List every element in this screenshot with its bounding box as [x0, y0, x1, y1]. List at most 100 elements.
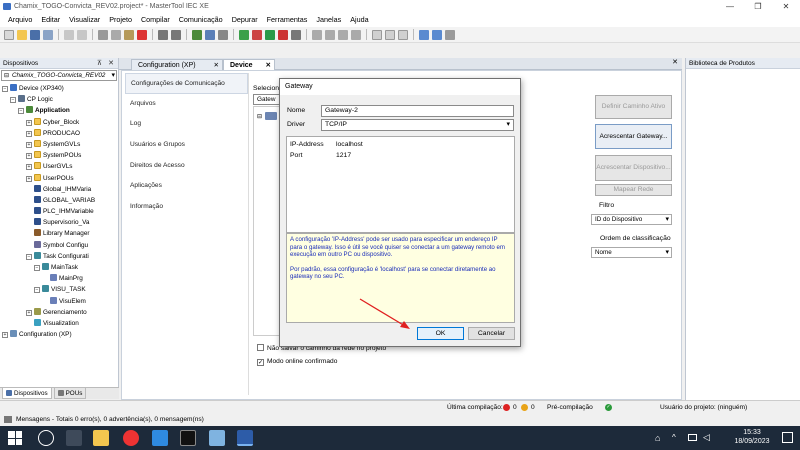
copy-icon[interactable] — [111, 29, 121, 40]
tab-pous[interactable]: POUs — [53, 388, 87, 399]
tree-node[interactable]: + UserGVLs — [2, 161, 118, 172]
stop-icon[interactable] — [278, 29, 288, 40]
mastertool-taskbar-icon[interactable] — [237, 430, 253, 446]
collapse-icon[interactable]: − — [10, 97, 16, 104]
force-icon[interactable] — [372, 29, 382, 40]
messages-summary[interactable]: Mensagens - Totais 0 erro(s), 0 advertên… — [16, 413, 204, 426]
save-icon[interactable] — [30, 29, 40, 40]
tree-node[interactable]: + UserPOUs — [2, 173, 118, 184]
prop-port-value[interactable]: 1217 — [336, 152, 351, 159]
tree-node[interactable]: − CP Logic — [2, 94, 118, 105]
collapse-icon[interactable]: − — [18, 108, 24, 115]
print-icon[interactable] — [43, 29, 53, 40]
new-file-icon[interactable] — [4, 29, 14, 40]
collapse-icon[interactable]: − — [34, 265, 40, 271]
run-icon[interactable] — [265, 29, 275, 40]
no-save-path-checkbox[interactable] — [257, 344, 264, 351]
expand-icon[interactable]: + — [26, 141, 32, 148]
more-tools-icon[interactable] — [445, 29, 455, 40]
expand-icon[interactable]: + — [2, 332, 8, 339]
delete-icon[interactable] — [137, 29, 147, 40]
tree-node[interactable]: + PRODUCAO — [2, 128, 118, 139]
paste-icon[interactable] — [124, 29, 134, 40]
driver-select[interactable]: TCP/IP ▾ — [321, 119, 514, 131]
reset-icon[interactable] — [291, 29, 301, 40]
online-mode-checkbox[interactable]: ✓ — [257, 359, 264, 366]
menu-comunicacao[interactable]: Comunicação — [179, 13, 223, 27]
add-device-button[interactable]: Acrescentar Dispositivo... — [595, 155, 672, 181]
prop-ip-value[interactable]: localhost — [336, 141, 363, 148]
collapse-icon[interactable]: − — [2, 86, 8, 92]
file-explorer-icon[interactable] — [93, 430, 109, 446]
step-out-icon[interactable] — [351, 29, 361, 40]
tree-node[interactable]: − Application — [2, 105, 118, 116]
step-over-icon[interactable] — [325, 29, 335, 40]
collapse-icon[interactable]: − — [26, 253, 32, 260]
search-icon[interactable] — [38, 430, 54, 446]
redo-icon[interactable] — [77, 29, 87, 40]
windows-start-icon[interactable] — [8, 431, 22, 445]
compare-icon[interactable] — [432, 29, 442, 40]
tab-dispositivos[interactable]: Dispositivos — [2, 388, 52, 399]
tree-node[interactable]: + Gerenciamento — [2, 307, 118, 318]
menu-arquivo[interactable]: Arquivo — [8, 13, 32, 27]
maximize-button[interactable]: ❐ — [744, 0, 772, 13]
rebuild-icon[interactable] — [205, 29, 215, 40]
name-input[interactable]: Gateway-2 — [321, 105, 514, 117]
breakpoint-icon[interactable] — [312, 29, 322, 40]
volume-icon[interactable]: ◁ — [703, 432, 710, 443]
nav-access-rights[interactable]: Direitos de Acesso — [125, 156, 248, 177]
terminal-icon[interactable] — [180, 430, 196, 446]
expand-icon[interactable]: + — [26, 153, 32, 160]
cut-icon[interactable] — [98, 29, 108, 40]
chevron-down-icon[interactable]: ▾ — [111, 71, 115, 79]
close-window-button[interactable]: ✕ — [772, 0, 800, 13]
tree-node[interactable]: − VISU_TASK — [2, 284, 118, 295]
nav-information[interactable]: Informação — [125, 197, 248, 218]
tree-node[interactable]: +VisuElem — [2, 296, 118, 307]
nav-applications[interactable]: Aplicações — [125, 176, 248, 197]
login-icon[interactable] — [239, 29, 249, 40]
undo-icon[interactable] — [64, 29, 74, 40]
expand-icon[interactable]: + — [26, 130, 32, 137]
online-mode-row[interactable]: ✓ Modo online confirmado — [257, 357, 337, 366]
project-icon[interactable] — [419, 29, 429, 40]
nav-files[interactable]: Arquivos — [125, 94, 248, 115]
user-icon[interactable]: ⌂ — [655, 433, 660, 443]
chevron-down-icon[interactable]: ▾ — [506, 120, 510, 130]
write-icon[interactable] — [385, 29, 395, 40]
menu-depurar[interactable]: Depurar — [232, 13, 258, 27]
menu-compilar[interactable]: Compilar — [141, 13, 170, 27]
tree-node[interactable]: +Supervisorio_Va — [2, 217, 118, 228]
tree-node[interactable]: +MainPrg — [2, 273, 118, 284]
tree-node[interactable]: + SystemPOUs — [2, 150, 118, 161]
chevron-up-icon[interactable]: ^ — [672, 433, 676, 442]
tab-configuration[interactable]: Configuration (XP) ✕ — [131, 59, 223, 70]
tab-device[interactable]: Device ✕ — [223, 59, 275, 70]
mail-icon[interactable] — [152, 430, 168, 446]
open-folder-icon[interactable] — [17, 29, 27, 40]
collapse-icon[interactable]: − — [34, 287, 40, 294]
nav-communication-settings[interactable]: Configurações de Comunicação — [125, 73, 248, 94]
pin-icon[interactable]: ⊼ — [97, 58, 102, 69]
clock[interactable]: 15:33 18/09/2023 — [732, 428, 772, 446]
tree-node[interactable]: − Device (XP340) — [2, 83, 118, 94]
set-active-path-button[interactable]: Definir Caminho Ativo — [595, 95, 672, 119]
task-view-icon[interactable] — [66, 430, 82, 446]
tree-node[interactable]: + Cyber_Block — [2, 117, 118, 128]
unforce-icon[interactable] — [398, 29, 408, 40]
tree-node[interactable]: − Task Configurati — [2, 251, 118, 262]
build-icon[interactable] — [192, 29, 202, 40]
notepad-icon[interactable] — [209, 430, 225, 446]
project-collapse-icon[interactable]: ⊟ — [4, 72, 9, 79]
network-icon[interactable] — [688, 434, 697, 441]
notification-icon[interactable] — [782, 432, 793, 443]
tree-node[interactable]: − MainTask — [2, 262, 118, 273]
replace-icon[interactable] — [171, 29, 181, 40]
scan-network-button[interactable]: Mapear Rede — [595, 184, 672, 196]
expand-icon[interactable]: + — [26, 175, 32, 182]
expand-icon[interactable]: + — [26, 119, 32, 126]
close-icon[interactable]: ✕ — [108, 58, 114, 69]
nav-users-groups[interactable]: Usuários e Grupos — [125, 135, 248, 156]
cancel-button[interactable]: Cancelar — [468, 327, 515, 340]
